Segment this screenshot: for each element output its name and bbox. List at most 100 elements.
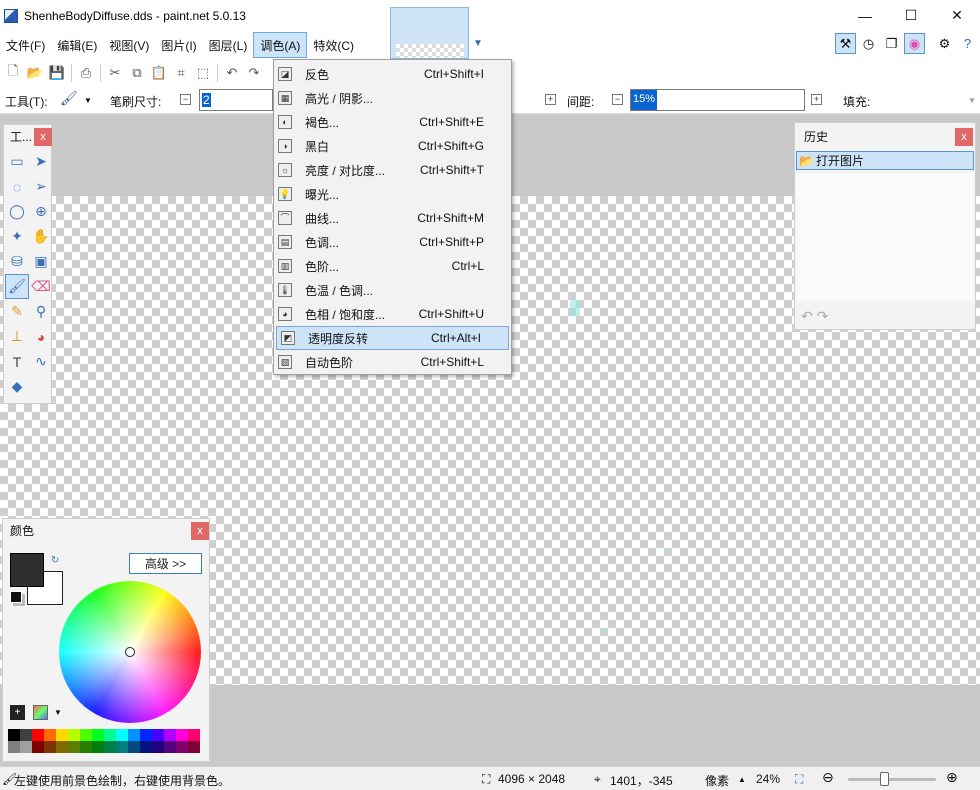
image-tab-thumbnail[interactable] bbox=[390, 7, 469, 59]
palette-swatch[interactable] bbox=[44, 729, 56, 741]
ellipse-select-tool-icon[interactable]: ◯ bbox=[5, 199, 29, 224]
color-wheel[interactable] bbox=[59, 581, 201, 723]
move-selected-tool-icon[interactable]: ➤ bbox=[29, 149, 53, 174]
swap-colors-icon[interactable]: ↻ bbox=[51, 555, 59, 566]
menu-view[interactable]: 视图(V) bbox=[103, 32, 155, 58]
colors-panel-close-icon[interactable]: x bbox=[191, 522, 209, 540]
palette-swatch[interactable] bbox=[32, 729, 44, 741]
palette-swatch[interactable] bbox=[56, 741, 68, 753]
palette-menu-icon[interactable] bbox=[33, 705, 48, 720]
overflow-chevron-icon[interactable]: ▼ bbox=[968, 96, 976, 105]
adjust-menu-item[interactable]: ▥ 色阶... Ctrl+L bbox=[274, 254, 511, 278]
palette-swatch[interactable] bbox=[44, 741, 56, 753]
close-window-button[interactable]: ✕ bbox=[934, 0, 980, 31]
brush-size-decrease-button[interactable]: − bbox=[180, 94, 191, 105]
palette-swatch[interactable] bbox=[188, 729, 200, 741]
palette-swatch[interactable] bbox=[56, 729, 68, 741]
print-icon[interactable]: ⎙ bbox=[75, 62, 97, 84]
palette-swatch[interactable] bbox=[152, 741, 164, 753]
palette-swatch[interactable] bbox=[80, 741, 92, 753]
paintbrush-tool-icon[interactable]: 🖌 bbox=[60, 90, 78, 107]
eraser-tool-icon[interactable]: ⌫ bbox=[29, 274, 53, 299]
palette-swatch[interactable] bbox=[68, 729, 80, 741]
deselect-icon[interactable]: ⬚ bbox=[192, 62, 214, 84]
crop-icon[interactable]: ⌗ bbox=[170, 62, 192, 84]
settings-gear-icon[interactable]: ⚙ bbox=[934, 33, 955, 54]
palette-swatch[interactable] bbox=[92, 741, 104, 753]
palette-swatch[interactable] bbox=[68, 741, 80, 753]
adjust-menu-item[interactable]: ▤ 色调... Ctrl+Shift+P bbox=[274, 230, 511, 254]
open-file-icon[interactable]: 📂 bbox=[24, 62, 46, 84]
adjust-menu-item[interactable]: 🌡 色温 / 色调... bbox=[274, 278, 511, 302]
spacing-increase-button[interactable]: + bbox=[811, 94, 822, 105]
add-palette-color-icon[interactable]: + bbox=[10, 705, 25, 720]
help-icon[interactable]: ? bbox=[957, 33, 978, 54]
move-selection-tool-icon[interactable]: ➢ bbox=[29, 174, 53, 199]
palette-swatch[interactable] bbox=[104, 741, 116, 753]
adjust-menu-item[interactable]: ▦ 高光 / 阴影... bbox=[274, 86, 511, 110]
spacing-slider[interactable]: 15% bbox=[630, 89, 805, 111]
gradient-tool-icon[interactable]: ▣ bbox=[29, 249, 53, 274]
paste-icon[interactable]: 📋 bbox=[148, 62, 170, 84]
menu-effects[interactable]: 特效(C) bbox=[307, 32, 360, 58]
color-picker-tool-icon[interactable]: ⚲ bbox=[29, 299, 53, 324]
copy-icon[interactable]: ⧉ bbox=[126, 62, 148, 84]
magic-wand-tool-icon[interactable]: ✦ bbox=[5, 224, 29, 249]
palette-swatch[interactable] bbox=[176, 729, 188, 741]
line-curve-tool-icon[interactable]: ∿ bbox=[29, 349, 53, 374]
palette-swatch[interactable] bbox=[128, 729, 140, 741]
history-undo-icon[interactable]: ↶ bbox=[801, 308, 813, 324]
history-toggle-icon[interactable]: ◷ bbox=[858, 33, 879, 54]
redo-icon[interactable]: ↷ bbox=[243, 62, 265, 84]
shapes-tool-icon[interactable]: ◆ bbox=[5, 374, 29, 399]
clone-stamp-tool-icon[interactable]: ⊥ bbox=[5, 324, 29, 349]
tool-dropdown-chevron-icon[interactable]: ▼ bbox=[84, 96, 92, 105]
lasso-select-tool-icon[interactable]: ◌ bbox=[5, 174, 29, 199]
spacing-decrease-button[interactable]: − bbox=[612, 94, 623, 105]
adjust-menu-item[interactable]: ☼ 亮度 / 对比度... Ctrl+Shift+T bbox=[274, 158, 511, 182]
color-wheel-cursor[interactable] bbox=[125, 647, 135, 657]
text-tool-icon[interactable]: T bbox=[5, 349, 29, 374]
palette-swatch[interactable] bbox=[152, 729, 164, 741]
pencil-tool-icon[interactable]: ✎ bbox=[5, 299, 29, 324]
menu-edit[interactable]: 编辑(E) bbox=[51, 32, 103, 58]
palette-swatch[interactable] bbox=[140, 741, 152, 753]
advanced-colors-button[interactable]: 高级 >> bbox=[129, 553, 202, 574]
palette-swatch[interactable] bbox=[104, 729, 116, 741]
layers-toggle-icon[interactable]: ❐ bbox=[881, 33, 902, 54]
units-selector[interactable]: 像素 bbox=[705, 772, 729, 789]
adjust-menu-item[interactable]: ◕ 色相 / 饱和度... Ctrl+Shift+U bbox=[274, 302, 511, 326]
adjust-menu-item[interactable]: ◪ 反色 Ctrl+Shift+I bbox=[274, 62, 511, 86]
size-increase-button[interactable]: + bbox=[545, 94, 556, 105]
undo-icon[interactable]: ↶ bbox=[221, 62, 243, 84]
palette-swatch[interactable] bbox=[20, 729, 32, 741]
palette-swatch[interactable] bbox=[8, 741, 20, 753]
palette-swatch[interactable] bbox=[140, 729, 152, 741]
menu-image[interactable]: 图片(I) bbox=[155, 32, 202, 58]
palette-swatch[interactable] bbox=[20, 741, 32, 753]
palette-swatch[interactable] bbox=[8, 729, 20, 741]
adjust-menu-item[interactable]: ◩ 透明度反转 Ctrl+Alt+I bbox=[276, 326, 509, 350]
adjust-menu-item[interactable]: ▧ 自动色阶 Ctrl+Shift+L bbox=[274, 350, 511, 374]
cut-icon[interactable]: ✂ bbox=[104, 62, 126, 84]
primary-color-swatch[interactable] bbox=[10, 553, 44, 587]
history-panel-close-icon[interactable]: x bbox=[955, 128, 973, 146]
adjust-menu-item[interactable]: ⌒ 曲线... Ctrl+Shift+M bbox=[274, 206, 511, 230]
paintbrush-tool-icon[interactable]: 🖌 bbox=[5, 274, 29, 299]
adjust-menu-item[interactable]: ◑ 黑白 Ctrl+Shift+G bbox=[274, 134, 511, 158]
paint-bucket-tool-icon[interactable]: ⛁ bbox=[5, 249, 29, 274]
history-redo-icon[interactable]: ↷ bbox=[817, 308, 829, 324]
save-icon[interactable]: 💾 bbox=[46, 62, 68, 84]
chevron-down-icon[interactable]: ▼ bbox=[473, 38, 483, 49]
tools-toggle-icon[interactable]: ⚒ bbox=[835, 33, 856, 54]
brush-size-input[interactable]: 2 bbox=[199, 89, 273, 111]
rectangle-select-tool-icon[interactable]: ▭ bbox=[5, 149, 29, 174]
menu-layers[interactable]: 图层(L) bbox=[203, 32, 254, 58]
zoom-slider-thumb[interactable] bbox=[880, 772, 889, 786]
palette-swatch[interactable] bbox=[32, 741, 44, 753]
units-chevron-up-icon[interactable]: ▲ bbox=[738, 775, 746, 784]
zoom-in-icon[interactable]: ⊕ bbox=[946, 769, 958, 786]
zoom-fit-icon[interactable]: ⛶ bbox=[795, 772, 803, 787]
new-file-icon[interactable]: 🗋 bbox=[2, 62, 24, 84]
palette-swatch[interactable] bbox=[116, 729, 128, 741]
